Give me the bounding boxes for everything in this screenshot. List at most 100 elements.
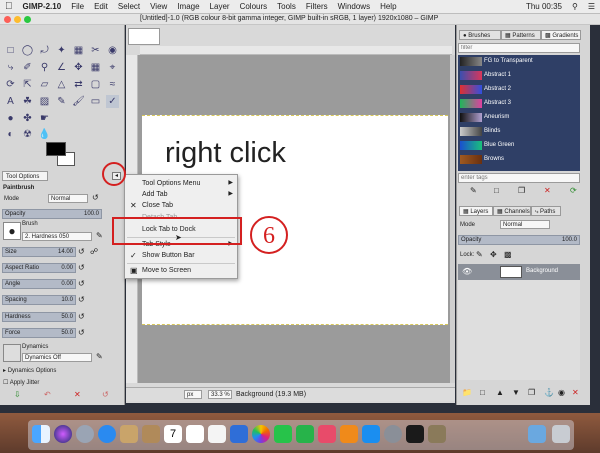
foreground-color-swatch[interactable] — [46, 142, 66, 156]
ink-icon[interactable]: ● — [4, 112, 17, 125]
spacing-reset-icon[interactable]: ↺ — [78, 295, 85, 304]
zoom-select[interactable]: 33.3 % — [208, 390, 232, 399]
reset-mode-icon[interactable]: ↺ — [92, 193, 99, 202]
tab-patterns[interactable]: ▦ Patterns — [501, 30, 541, 40]
brush-field[interactable]: 2. Hardness 050 — [22, 232, 92, 241]
tags-input[interactable] — [458, 173, 580, 183]
dynamics-preview[interactable] — [3, 344, 21, 362]
layers-opacity-slider[interactable]: Opacity 100.0 — [458, 235, 580, 245]
apply-jitter-checkbox[interactable]: ☐ Apply Jitter — [3, 379, 39, 386]
rect-select-icon[interactable]: □ — [4, 44, 17, 57]
layers-list-area[interactable] — [458, 280, 580, 380]
downloads-folder-icon[interactable] — [528, 425, 546, 443]
aspect-reset-icon[interactable]: ↺ — [78, 263, 85, 272]
tab-tool-options[interactable]: Tool Options — [2, 171, 48, 181]
list-item[interactable]: FG to Transparent — [460, 56, 578, 67]
bucket-fill-icon[interactable]: ☘ — [21, 95, 34, 108]
gradient-filter-input[interactable] — [458, 43, 580, 53]
force-reset-icon[interactable]: ↺ — [78, 328, 85, 337]
vertical-scrollbar[interactable] — [450, 55, 455, 383]
list-item[interactable]: Browns — [460, 154, 578, 165]
angle-slider[interactable]: Angle 0.00 — [2, 279, 76, 289]
apple-icon[interactable]:  — [0, 1, 18, 12]
menu-select[interactable]: Select — [113, 2, 145, 11]
zoom-icon[interactable]: ⚲ — [38, 61, 51, 74]
duplicate-gradient-icon[interactable]: ❐ — [518, 186, 525, 195]
list-item[interactable]: Blue Green — [460, 140, 578, 151]
menu-item-add-tab[interactable]: Add Tab ▶ — [125, 189, 237, 200]
size-reset-icon[interactable]: ↺ — [78, 247, 85, 256]
new-gradient-icon[interactable]: □ — [494, 186, 499, 195]
app-store-icon[interactable] — [362, 425, 380, 443]
terminal-icon[interactable] — [406, 425, 424, 443]
menu-item-close-tab[interactable]: ✕ Close Tab — [125, 200, 237, 211]
refresh-gradient-icon[interactable]: ⟳ — [570, 186, 577, 195]
mode-select[interactable]: Normal — [48, 194, 88, 203]
list-item[interactable]: Abstract 1 — [460, 70, 578, 81]
search-icon[interactable]: ⚲ — [567, 2, 583, 11]
eye-icon[interactable]: 👁 — [462, 267, 472, 276]
books-icon[interactable] — [340, 425, 358, 443]
angle-reset-icon[interactable]: ↺ — [78, 279, 85, 288]
lock-pixels-icon[interactable]: ✎ — [476, 250, 483, 259]
aspect-ratio-slider[interactable]: Aspect Ratio 0.00 — [2, 263, 76, 273]
list-item[interactable]: Abstract 3 — [460, 98, 578, 109]
delete-layer-icon[interactable]: ✕ — [572, 388, 579, 397]
dynamics-options-expander[interactable]: ▸ Dynamics Options — [3, 367, 56, 374]
close-window-icon[interactable] — [4, 16, 11, 23]
scale-icon[interactable]: ⇱ — [21, 78, 34, 91]
size-link-icon[interactable]: ☍ — [90, 247, 98, 256]
calendar-icon[interactable]: 7 — [164, 425, 182, 443]
new-layer-icon[interactable]: □ — [480, 388, 485, 397]
menu-item-move-to-screen[interactable]: ▣ Move to Screen — [125, 265, 237, 276]
scissors-icon[interactable]: ✂ — [89, 44, 102, 57]
dynamics-edit-icon[interactable]: ✎ — [96, 352, 103, 361]
messages-icon[interactable] — [274, 425, 292, 443]
image-tab-thumbnail[interactable] — [128, 28, 160, 45]
reset-options-icon[interactable]: ↺ — [102, 390, 109, 399]
restore-options-icon[interactable]: ↶ — [44, 390, 51, 399]
minimize-window-icon[interactable] — [14, 16, 21, 23]
dodge-icon[interactable]: ◐ — [4, 128, 17, 141]
save-options-icon[interactable]: ⇩ — [14, 390, 21, 399]
airbrush-icon[interactable]: ✓ — [106, 95, 119, 108]
trash-icon[interactable] — [552, 425, 570, 443]
cage-icon[interactable]: ▢ — [89, 78, 102, 91]
tab-paths[interactable]: ⤷ Paths — [531, 206, 561, 216]
warp-icon[interactable]: ≈ — [106, 78, 119, 91]
rotate-icon[interactable]: ⟳ — [4, 78, 17, 91]
menu-filters[interactable]: Filters — [301, 2, 333, 11]
mask-layer-icon[interactable]: ◉ — [558, 388, 565, 397]
menu-layer[interactable]: Layer — [205, 2, 235, 11]
fuzzy-select-icon[interactable]: ✦ — [55, 44, 68, 57]
menu-image[interactable]: Image — [172, 2, 204, 11]
crop-icon[interactable]: ⌖ — [106, 61, 119, 74]
flip-icon[interactable]: ⇄ — [72, 78, 85, 91]
dynamics-field[interactable]: Dynamics Off — [22, 353, 92, 362]
tab-gradients[interactable]: ▩ Gradients — [541, 30, 581, 40]
brush-preview[interactable]: ● — [3, 222, 21, 240]
ellipse-select-icon[interactable]: ◯ — [21, 44, 34, 57]
paths-icon[interactable]: ⤷ — [4, 61, 17, 74]
siri-icon[interactable] — [54, 425, 72, 443]
lower-layer-icon[interactable]: ▼ — [512, 388, 520, 397]
paintbrush-icon[interactable]: 🖌 — [72, 95, 85, 108]
force-slider[interactable]: Force 50.0 — [2, 328, 76, 338]
menu-item-tool-options-menu[interactable]: Tool Options Menu ▶ — [125, 178, 237, 189]
pencil-icon[interactable]: ✎ — [55, 95, 68, 108]
opacity-slider[interactable]: Opacity 100.0 — [2, 209, 102, 219]
tab-channels[interactable]: ▦ Channels — [493, 206, 531, 216]
lasso-icon[interactable]: ⤾ — [38, 44, 51, 57]
lock-position-icon[interactable]: ✥ — [490, 250, 497, 259]
raise-layer-icon[interactable]: ▲ — [496, 388, 504, 397]
align-icon[interactable]: ▦ — [89, 61, 102, 74]
contacts-icon[interactable] — [142, 425, 160, 443]
anchor-layer-icon[interactable]: ⚓ — [544, 388, 554, 397]
clock[interactable]: Thu 00:35 — [521, 2, 567, 11]
zoom-window-icon[interactable] — [24, 16, 31, 23]
size-slider[interactable]: Size 14.00 — [2, 247, 76, 257]
blend-icon[interactable]: ▨ — [38, 95, 51, 108]
smudge-icon[interactable]: ☛ — [38, 112, 51, 125]
system-preferences-icon[interactable] — [384, 425, 402, 443]
reminders-icon[interactable] — [208, 425, 226, 443]
